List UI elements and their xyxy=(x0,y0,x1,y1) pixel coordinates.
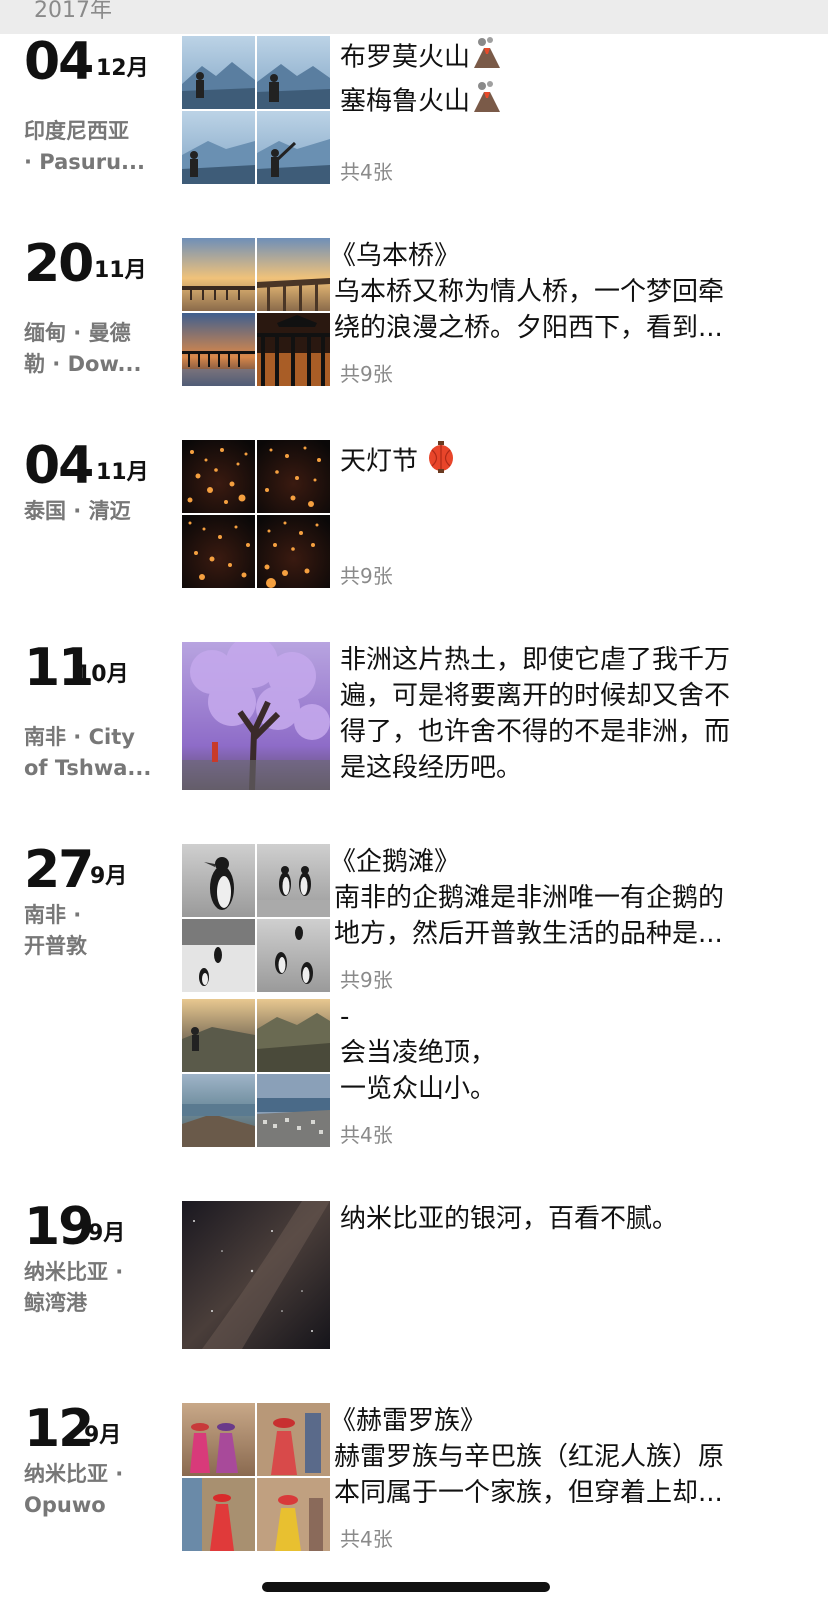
lanterns-photo[interactable] xyxy=(182,515,255,588)
entry-location: 缅甸 · 曼德 勒 · Dow... xyxy=(24,321,142,376)
city-view-photo[interactable] xyxy=(257,1074,330,1147)
photo-grid[interactable] xyxy=(182,642,330,790)
photo-grid[interactable] xyxy=(182,1403,330,1551)
photo-grid[interactable] xyxy=(182,440,330,588)
entry-caption[interactable]: 天灯节 xyxy=(340,440,802,484)
entry-day: 20 xyxy=(24,234,94,294)
jacaranda-tree-photo[interactable] xyxy=(182,642,330,790)
herero-women-photo[interactable] xyxy=(257,1403,330,1476)
lantern-icon xyxy=(426,440,456,484)
coastline-photo[interactable] xyxy=(182,1074,255,1147)
timeline-entry[interactable]: 19 9月 纳米比亚 · 鲸湾港 纳米比亚的银河，百看不腻。 xyxy=(0,1201,828,1391)
photo-grid[interactable] xyxy=(182,1201,330,1349)
photo-grid[interactable] xyxy=(182,238,330,386)
mountain-view-photo[interactable] xyxy=(182,999,255,1072)
entry-month: 9月 xyxy=(88,1221,126,1246)
mountain-view-photo[interactable] xyxy=(257,999,330,1072)
timeline-entry[interactable]: 27 9月 南非 · 开普敦 《企鹅滩》 南非的企鹅滩是非洲唯一有企鹅的 地方，… xyxy=(0,844,828,1154)
entry-day: 12 xyxy=(24,1399,94,1459)
entry-day: 04 xyxy=(24,32,94,92)
entry-caption[interactable]: 《乌本桥》 乌本桥又称为情人桥，一个梦回牵 绕的浪漫之桥。夕阳西下，看到... xyxy=(330,238,802,346)
entry-caption[interactable]: 纳米比亚的银河，百看不腻。 xyxy=(340,1201,802,1237)
penguin-photo[interactable] xyxy=(182,844,255,917)
herero-women-photo[interactable] xyxy=(182,1478,255,1551)
photo-count: 共9张 xyxy=(340,362,393,386)
bridge-photo[interactable] xyxy=(257,238,330,311)
entry-location: 印度尼西亚 · Pasuru... xyxy=(24,119,145,174)
entry-caption[interactable]: 布罗莫火山 塞梅鲁火山 xyxy=(340,36,802,124)
entry-caption[interactable]: 非洲这片热土，即使它虐了我千万 遍，可是将要离开的时候却又舍不 得了，也许舍不得… xyxy=(340,642,802,786)
photo-count: 共9张 xyxy=(340,968,393,992)
entry-location: 南非 · 开普敦 xyxy=(24,903,87,958)
timeline-entry[interactable]: 20 11月 缅甸 · 曼德 勒 · Dow... 《乌本桥》 乌本桥又称为情人… xyxy=(0,238,828,428)
entry-location: 纳米比亚 · 鲸湾港 xyxy=(24,1260,124,1315)
entry-day: 04 xyxy=(24,436,94,496)
penguin-photo[interactable] xyxy=(257,919,330,992)
entry-location: 南非 · City of Tshwa... xyxy=(24,725,152,780)
entry-location: 泰国 · 清迈 xyxy=(24,499,131,523)
volcano-sitting-photo[interactable] xyxy=(182,111,255,184)
photo-count: 共9张 xyxy=(340,564,393,588)
volcano-icon xyxy=(470,36,504,80)
volcano-sitting-photo[interactable] xyxy=(257,36,330,109)
entry-month: 11月 xyxy=(94,258,147,283)
timeline-entry[interactable]: 04 11月 泰国 · 清迈 天灯节 共9张 xyxy=(0,440,828,630)
photo-count: 共4张 xyxy=(340,160,393,184)
milky-way-photo[interactable] xyxy=(182,1201,330,1349)
herero-women-photo[interactable] xyxy=(182,1403,255,1476)
entry-day: 19 xyxy=(24,1197,94,1257)
penguin-photo[interactable] xyxy=(257,844,330,917)
year-label: 2017年 xyxy=(34,0,112,23)
herero-women-photo[interactable] xyxy=(257,1478,330,1551)
volcano-icon xyxy=(470,80,504,124)
lanterns-photo[interactable] xyxy=(257,515,330,588)
photo-count: 共4张 xyxy=(340,1527,393,1551)
entry-location: 纳米比亚 · Opuwo xyxy=(24,1462,124,1517)
lanterns-photo[interactable] xyxy=(257,440,330,513)
volcano-sitting-photo[interactable] xyxy=(182,36,255,109)
year-header: 2017年 xyxy=(0,0,828,34)
entry-day: 27 xyxy=(24,840,94,900)
lanterns-photo[interactable] xyxy=(182,440,255,513)
timeline-entry[interactable]: 11 10月 南非 · City of Tshwa... 非洲这片热土，即使它虐… xyxy=(0,642,828,832)
entry-caption[interactable]: 《企鹅滩》 南非的企鹅滩是非洲唯一有企鹅的 地方，然后开普敦生活的品种是... xyxy=(330,844,802,952)
sunset-bridge-photo[interactable] xyxy=(182,238,255,311)
photo-grid[interactable] xyxy=(182,999,330,1147)
bridge-silhouette-photo[interactable] xyxy=(182,313,255,386)
entry-month: 12月 xyxy=(96,56,149,81)
timeline-entry[interactable]: 04 12月 印度尼西亚 · Pasuru... 布罗莫火山 塞梅鲁火山 共4张 xyxy=(0,36,828,226)
entry-caption[interactable]: - 会当凌绝顶， 一览众山小。 xyxy=(340,999,802,1107)
photo-grid[interactable] xyxy=(182,844,330,992)
photo-grid[interactable] xyxy=(182,36,330,184)
volcano-arm-raised-photo[interactable] xyxy=(257,111,330,184)
entry-month: 10月 xyxy=(76,662,129,687)
photo-count: 共4张 xyxy=(340,1123,393,1147)
home-indicator[interactable] xyxy=(262,1582,550,1592)
timeline-entry[interactable]: 12 9月 纳米比亚 · Opuwo 《赫雷罗族》 赫雷罗族与辛巴族（红泥人族）… xyxy=(0,1403,828,1599)
entry-month: 11月 xyxy=(96,460,149,485)
entry-month: 9月 xyxy=(84,1423,122,1448)
bridge-silhouette-photo[interactable] xyxy=(257,313,330,386)
entry-caption[interactable]: 《赫雷罗族》 赫雷罗族与辛巴族（红泥人族）原 本同属于一个家族，但穿着上却... xyxy=(330,1403,802,1511)
penguin-photo[interactable] xyxy=(182,919,255,992)
entry-month: 9月 xyxy=(90,864,128,889)
